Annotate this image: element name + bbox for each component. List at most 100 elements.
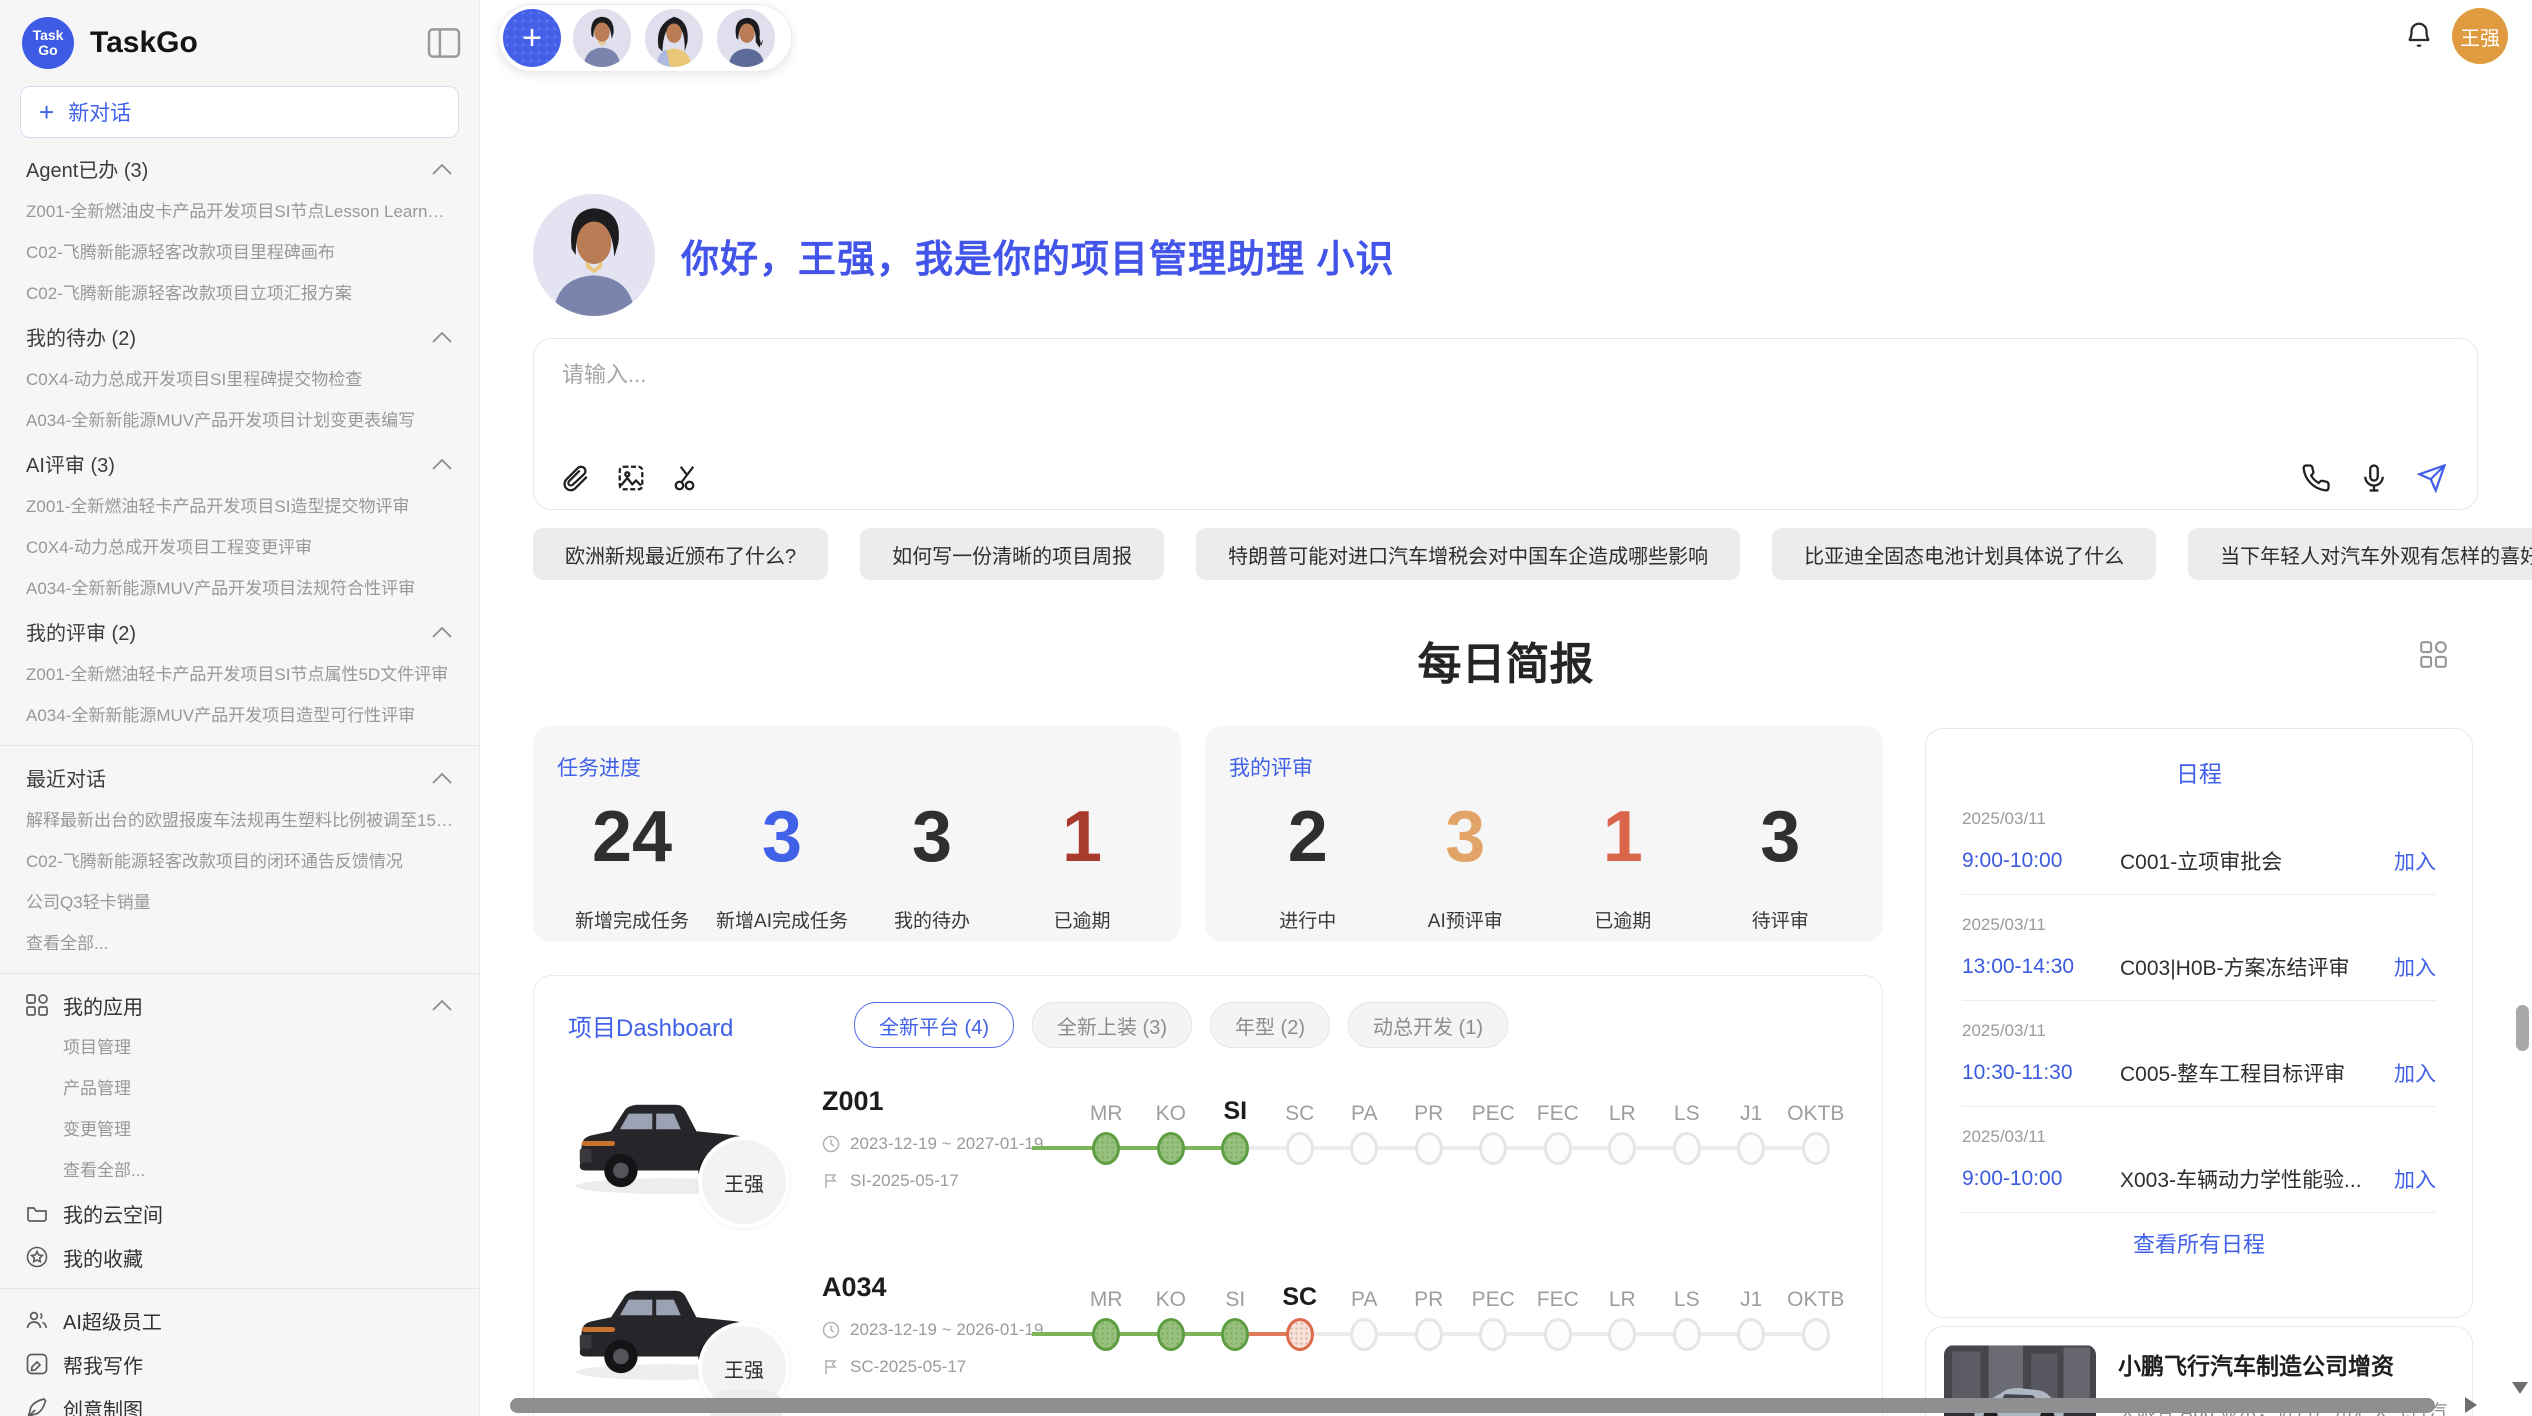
sidebar-item-my-apps[interactable]: 我的应用 (0, 983, 479, 1027)
sidebar-item-creative-draw[interactable]: 创意制图 (0, 1386, 479, 1416)
join-link[interactable]: 加入 (2394, 1058, 2436, 1088)
scissors-icon[interactable] (672, 463, 702, 493)
milestone-date: SI-2025-05-17 (850, 1171, 959, 1191)
section-title: 我的待办 (2) (26, 322, 136, 351)
schedule-item: 2025/03/11 10:30-11:30 C005-整车工程目标评审 加入 (1962, 1001, 2436, 1107)
sidebar-task-item[interactable]: C0X4-动力总成开发项目SI里程碑提交物检查 (0, 359, 479, 400)
chevron-up-icon[interactable] (431, 162, 453, 176)
suggestion-chip[interactable]: 欧洲新规最近颁布了什么? (533, 528, 828, 580)
milestone-PR: PR (1397, 1086, 1462, 1165)
notification-bell-icon[interactable] (2404, 20, 2434, 50)
phone-icon[interactable] (2301, 463, 2331, 493)
section-header-ai-review[interactable]: AI评审 (3) (0, 441, 479, 486)
app-item-product-mgmt[interactable]: 产品管理 (0, 1068, 479, 1109)
app-item-change-mgmt[interactable]: 变更管理 (0, 1109, 479, 1150)
vertical-scrollbar-thumb[interactable] (2516, 1005, 2529, 1051)
tab-powertrain[interactable]: 动总开发 (1) (1348, 1002, 1508, 1048)
sidebar-task-item[interactable]: A034-全新新能源MUV产品开发项目造型可行性评审 (0, 695, 479, 736)
stat-grid: 2 进行中 3 AI预评审 1 已逾期 3 待评审 (1229, 800, 1859, 933)
sidebar-task-item[interactable]: Z001-全新燃油轻卡产品开发项目SI造型提交物评审 (0, 486, 479, 527)
milestone-FEC: FEC (1526, 1086, 1591, 1165)
project-code: Z001 (822, 1086, 1074, 1117)
event-date: 2025/03/11 (1962, 809, 2436, 829)
chat-input[interactable] (560, 361, 1764, 389)
suggestion-chip[interactable]: 比亚迪全固态电池计划具体说了什么 (1772, 528, 2156, 580)
milestone-label: KO (1139, 1272, 1204, 1312)
image-icon[interactable] (616, 463, 646, 493)
suggestion-chip[interactable]: 如何写一份清晰的项目周报 (860, 528, 1164, 580)
project-info: Z001 2023-12-19 ~ 2027-01-19 SI-2025-05-… (822, 1084, 1074, 1191)
paperclip-icon[interactable] (560, 463, 590, 493)
section-header-my-todo[interactable]: 我的待办 (2) (0, 314, 479, 359)
schedule-card: 日程 2025/03/11 9:00-10:00 C001-立项审批会 加入 2… (1925, 728, 2473, 1318)
member-avatar[interactable] (643, 7, 705, 69)
sidebar-item-favorites[interactable]: 我的收藏 (0, 1235, 479, 1279)
tab-year-model[interactable]: 年型 (2) (1210, 1002, 1330, 1048)
recent-chat-item[interactable]: 公司Q3轻卡销量 (0, 882, 479, 923)
horizontal-scrollbar-thumb[interactable] (510, 1398, 2435, 1413)
milestone-PEC: PEC (1461, 1272, 1526, 1351)
chevron-up-icon[interactable] (431, 625, 453, 639)
recent-view-all[interactable]: 查看全部... (0, 923, 479, 964)
sidebar-task-item[interactable]: Z001-全新燃油皮卡产品开发项目SI节点Lesson Learn报告 (0, 191, 479, 232)
project-dashboard-card: 项目Dashboard 全新平台 (4) 全新上装 (3) 年型 (2) 动总开… (533, 975, 1883, 1416)
member-avatar[interactable] (715, 7, 777, 69)
mic-icon[interactable] (2359, 463, 2389, 493)
user-avatar[interactable]: 王强 (2452, 8, 2508, 64)
milestone-MR: MR (1074, 1272, 1139, 1351)
scroll-down-arrow[interactable] (2512, 1382, 2528, 1394)
member-avatar[interactable] (571, 7, 633, 69)
project-row[interactable]: 王强 Z001 2023-12-19 ~ 2027-01-19 SI-2025-… (534, 1084, 1882, 1234)
layout-grid-icon[interactable] (2420, 641, 2447, 668)
milestone-label: FEC (1526, 1086, 1591, 1126)
sidebar-task-item[interactable]: A034-全新新能源MUV产品开发项目法规符合性评审 (0, 568, 479, 609)
sidebar-task-item[interactable]: C02-飞腾新能源轻客改款项目立项汇报方案 (0, 273, 479, 314)
milestone-label: J1 (1719, 1086, 1784, 1126)
milestone-dot (1737, 1132, 1765, 1165)
sidebar-item-ai-employee[interactable]: AI超级员工 (0, 1298, 479, 1342)
new-chat-button[interactable]: + 新对话 (20, 86, 459, 138)
apps-view-all[interactable]: 查看全部... (0, 1150, 479, 1191)
app-item-project-mgmt[interactable]: 项目管理 (0, 1027, 479, 1068)
tab-new-platform[interactable]: 全新平台 (4) (854, 1002, 1014, 1048)
input-actions (2301, 463, 2447, 493)
project-code: A034 (822, 1272, 1074, 1303)
recent-chat-item[interactable]: C02-飞腾新能源轻客改款项目的闭环通告反馈情况 (0, 841, 479, 882)
chevron-up-icon[interactable] (431, 998, 453, 1012)
scroll-right-arrow[interactable] (2465, 1397, 2477, 1413)
sidebar-task-item[interactable]: C02-飞腾新能源轻客改款项目里程碑画布 (0, 232, 479, 273)
chevron-up-icon[interactable] (431, 457, 453, 471)
recent-chat-item[interactable]: 解释最新出台的欧盟报废车法规再生塑料比例被调至15%... (0, 800, 479, 841)
chevron-up-icon[interactable] (431, 771, 453, 785)
view-all-schedule-link[interactable]: 查看所有日程 (1962, 1227, 2436, 1259)
section-header-my-review[interactable]: 我的评审 (2) (0, 609, 479, 654)
sidebar-task-item[interactable]: Z001-全新燃油轻卡产品开发项目SI节点属性5D文件评审 (0, 654, 479, 695)
section-header-recent[interactable]: 最近对话 (0, 755, 479, 800)
date-range: 2023-12-19 ~ 2027-01-19 (850, 1134, 1043, 1154)
dashboard-tabs: 全新平台 (4) 全新上装 (3) 年型 (2) 动总开发 (1) (854, 1002, 1508, 1048)
join-link[interactable]: 加入 (2394, 846, 2436, 876)
schedule-title: 日程 (1962, 755, 2436, 789)
stat-value: 3 (707, 800, 857, 876)
stat-label: 新增AI完成任务 (707, 906, 857, 933)
chevron-up-icon[interactable] (431, 330, 453, 344)
join-link[interactable]: 加入 (2394, 952, 2436, 982)
app-root: Task Go TaskGo + 新对话 Agent已办 (3) Z001-全新… (0, 0, 2532, 1416)
milestone-SC: SC (1268, 1272, 1333, 1351)
sidebar-item-cloud-space[interactable]: 我的云空间 (0, 1191, 479, 1235)
sidebar-item-help-write[interactable]: 帮我写作 (0, 1342, 479, 1386)
event-name: C005-整车工程目标评审 (2120, 1058, 2382, 1088)
suggestion-chip[interactable]: 特朗普可能对进口汽车增税会对中国车企造成哪些影响 (1196, 528, 1740, 580)
section-header-agent-done[interactable]: Agent已办 (3) (0, 146, 479, 191)
tab-new-body[interactable]: 全新上装 (3) (1032, 1002, 1192, 1048)
sidebar-task-item[interactable]: A034-全新新能源MUV产品开发项目计划变更表编写 (0, 400, 479, 441)
join-link[interactable]: 加入 (2394, 1164, 2436, 1194)
sidebar-collapse-icon[interactable] (427, 28, 461, 58)
send-icon[interactable] (2417, 463, 2447, 493)
sidebar-task-item[interactable]: C0X4-动力总成开发项目工程变更评审 (0, 527, 479, 568)
add-assistant-button[interactable]: + (503, 9, 561, 67)
event-date: 2025/03/11 (1962, 1021, 2436, 1041)
app-title: TaskGo (90, 26, 427, 60)
sidebar: Task Go TaskGo + 新对话 Agent已办 (3) Z001-全新… (0, 0, 480, 1416)
suggestion-chip[interactable]: 当下年轻人对汽车外观有怎样的喜好趋势 (2188, 528, 2532, 580)
